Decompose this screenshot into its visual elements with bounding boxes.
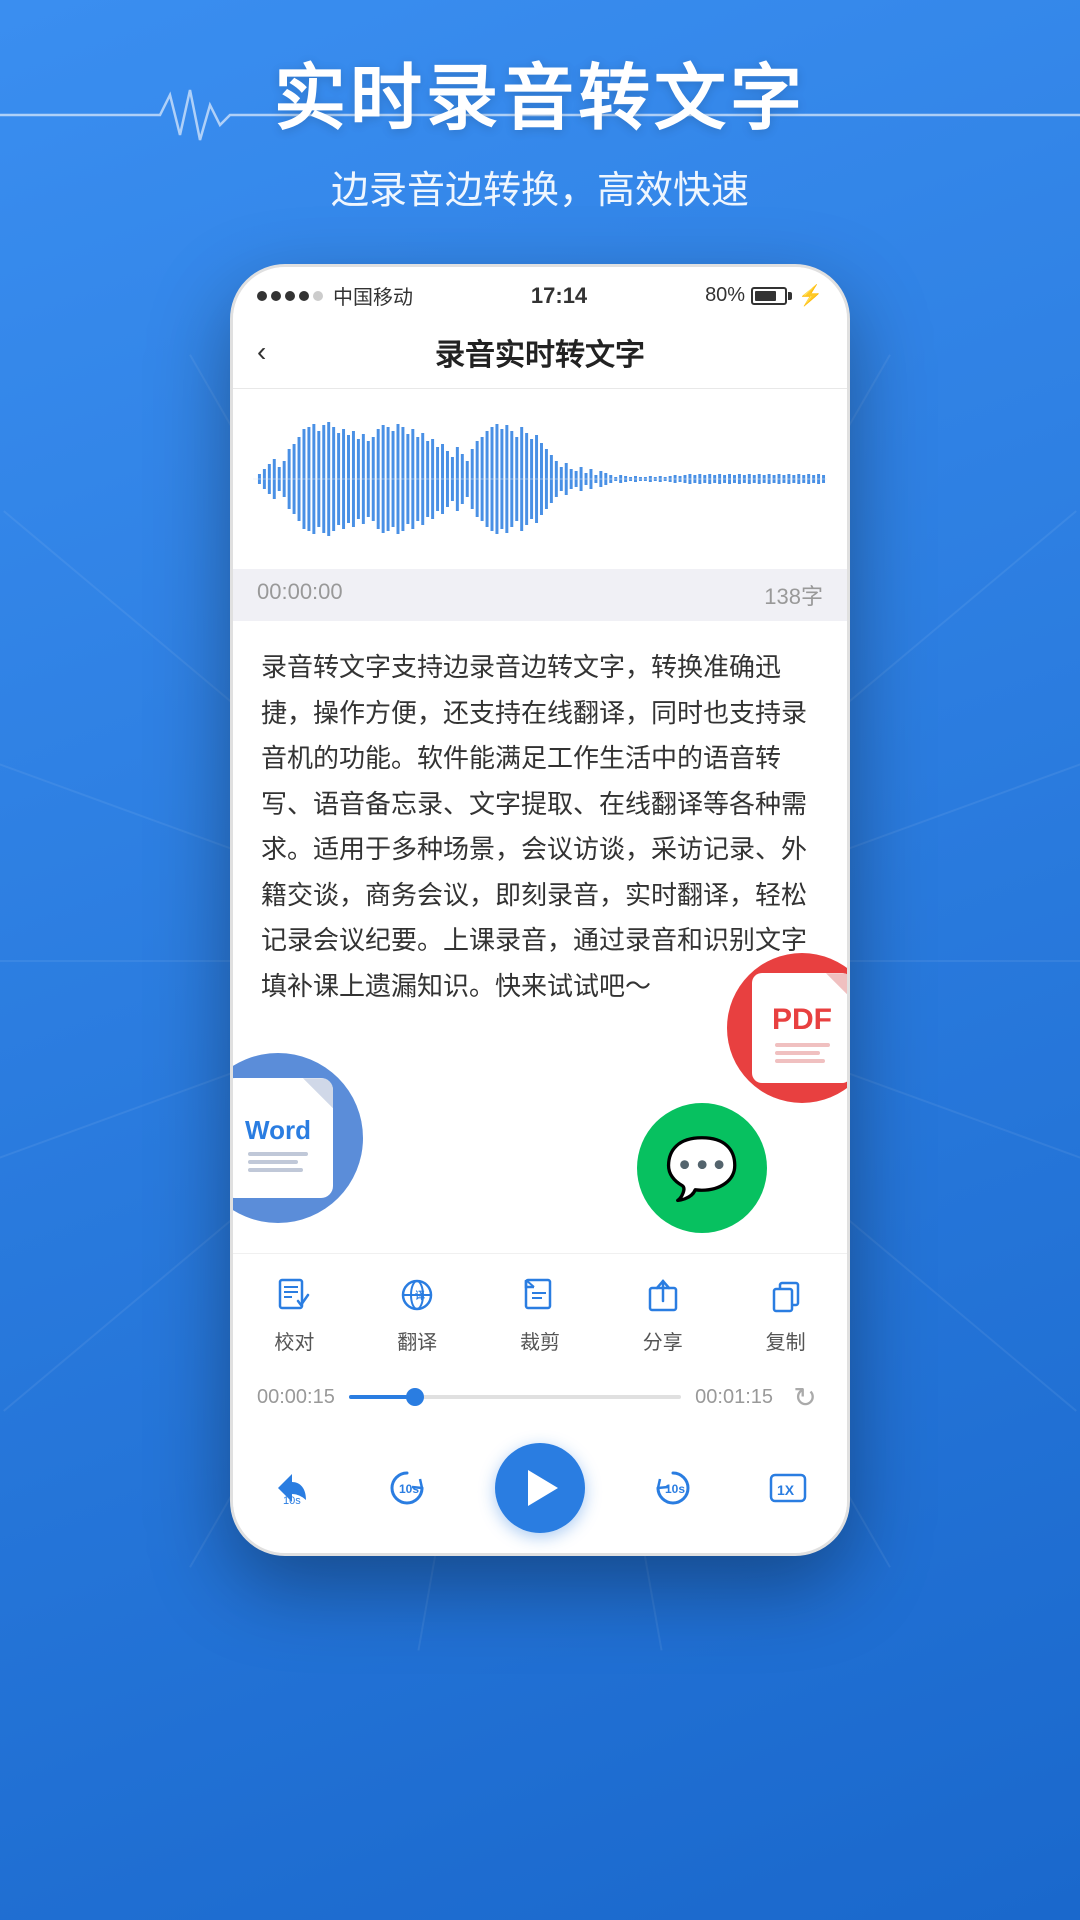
rewind-button[interactable]: 10s	[265, 1461, 319, 1515]
status-bar: 中国移动 17:14 80% ⚡	[233, 267, 847, 318]
progress-thumb[interactable]	[406, 1388, 424, 1406]
word-lines	[248, 1152, 308, 1172]
copy-label: 复制	[766, 1326, 806, 1355]
trim-icon	[515, 1270, 565, 1320]
word-document-icon: Word	[230, 1078, 333, 1198]
nav-title: 录音实时转文字	[435, 330, 645, 374]
time-count-bar: 00:00:00 138字	[233, 569, 847, 621]
header: 实时录音转文字 边录音边转换，高效快速	[0, 0, 1080, 214]
floating-badges-area: Word PDF	[233, 1033, 847, 1253]
toolbar-trim[interactable]: 裁剪	[515, 1270, 565, 1355]
play-button[interactable]	[495, 1443, 585, 1533]
copy-icon	[761, 1270, 811, 1320]
battery-tip	[788, 292, 792, 300]
toolbar-share[interactable]: 分享	[638, 1270, 688, 1355]
pdf-line-1	[775, 1043, 830, 1047]
word-line-1	[248, 1152, 308, 1156]
pdf-document-icon: PDF	[752, 973, 850, 1083]
carrier-label: 中国移动	[333, 281, 413, 310]
svg-text:1X: 1X	[777, 1482, 795, 1498]
signal-dot-5	[313, 291, 323, 301]
status-time: 17:14	[531, 283, 587, 309]
svg-text:10s: 10s	[399, 1482, 419, 1496]
battery-percent: 80%	[705, 284, 745, 307]
svg-text:10s: 10s	[665, 1482, 685, 1496]
word-line-2	[248, 1160, 298, 1164]
waveform-area	[233, 389, 847, 569]
waveform-svg	[253, 419, 827, 539]
word-line-3	[248, 1168, 303, 1172]
progress-bar-area: 00:00:15 00:01:15 ↻	[233, 1365, 847, 1429]
pdf-label: PDF	[772, 1003, 832, 1037]
pdf-line-2	[775, 1051, 820, 1055]
rewind-10s-button[interactable]: 10s	[384, 1465, 430, 1511]
wechat-share-badge[interactable]: 💬	[637, 1103, 767, 1233]
lightning-icon: ⚡	[798, 283, 823, 308]
share-icon	[638, 1270, 688, 1320]
playback-controls: 10s 10s 10s	[233, 1429, 847, 1553]
word-export-badge[interactable]: Word	[230, 1053, 363, 1223]
bottom-toolbar: 校对 译 翻译	[233, 1253, 847, 1365]
signal-dot-4	[299, 291, 309, 301]
trim-label: 裁剪	[520, 1326, 560, 1355]
pdf-line-3	[775, 1059, 825, 1063]
signal-dot-3	[285, 291, 295, 301]
header-title: 实时录音转文字	[0, 60, 1080, 139]
proofread-label: 校对	[274, 1326, 314, 1355]
svg-text:10s: 10s	[283, 1495, 301, 1507]
word-label: Word	[245, 1115, 311, 1146]
rewind-icon: 10s	[265, 1461, 319, 1515]
share-label: 分享	[643, 1326, 683, 1355]
speed-button[interactable]: 1X	[761, 1461, 815, 1515]
loop-icon[interactable]: ↻	[787, 1379, 823, 1415]
battery-fill	[755, 291, 776, 301]
elapsed-time: 00:00:00	[257, 579, 343, 611]
translate-icon: 译	[392, 1270, 442, 1320]
pdf-lines	[775, 1043, 830, 1063]
phone-wrapper: 中国移动 17:14 80% ⚡ ‹ 录音实时转文字	[0, 264, 1080, 1556]
progress-track[interactable]	[349, 1395, 681, 1399]
toolbar-translate[interactable]: 译 翻译	[392, 1270, 442, 1355]
wechat-icon: 💬	[665, 1133, 740, 1204]
status-left: 中国移动	[257, 281, 413, 310]
signal-dot-2	[271, 291, 281, 301]
proofread-icon	[269, 1270, 319, 1320]
status-right: 80% ⚡	[705, 283, 823, 308]
phone-mockup: 中国移动 17:14 80% ⚡ ‹ 录音实时转文字	[230, 264, 850, 1556]
word-count: 138字	[764, 579, 823, 611]
signal-dot-1	[257, 291, 267, 301]
battery-icon	[751, 287, 792, 305]
forward-10s-button[interactable]: 10s	[650, 1465, 696, 1511]
battery-body	[751, 287, 787, 305]
toolbar-proofread[interactable]: 校对	[269, 1270, 319, 1355]
nav-bar: ‹ 录音实时转文字	[233, 318, 847, 389]
play-triangle-icon	[528, 1470, 558, 1506]
header-subtitle: 边录音边转换，高效快速	[0, 159, 1080, 214]
back-button[interactable]: ‹	[257, 336, 266, 368]
start-time-label: 00:00:15	[257, 1386, 335, 1409]
speed-icon: 1X	[761, 1461, 815, 1515]
translate-label: 翻译	[397, 1326, 437, 1355]
svg-text:译: 译	[415, 1289, 426, 1302]
end-time-label: 00:01:15	[695, 1386, 773, 1409]
toolbar-copy[interactable]: 复制	[761, 1270, 811, 1355]
